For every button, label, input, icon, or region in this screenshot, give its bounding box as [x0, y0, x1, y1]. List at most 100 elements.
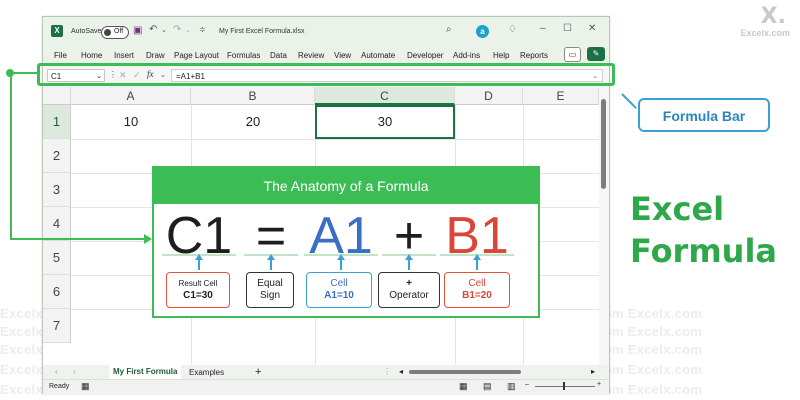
anatomy-panel: The Anatomy of a Formula C1 = A1 + B1 Re… — [152, 166, 540, 318]
arrow-shaft — [198, 258, 200, 270]
autosave-toggle[interactable]: Off — [101, 26, 129, 39]
menu-draw[interactable]: Draw — [146, 51, 165, 60]
menu-view[interactable]: View — [334, 51, 351, 60]
label-line1: Cell — [330, 278, 348, 289]
label-line2: Operator — [389, 290, 429, 301]
row-header[interactable]: 5 — [43, 241, 71, 275]
callout-line — [621, 93, 637, 109]
brand-logo: X. — [760, 4, 786, 29]
status-bar: Ready ▦ ▦ ▤ ▥ – + — [43, 379, 609, 394]
label-line1: Cell — [468, 278, 486, 289]
menu-page-layout[interactable]: Page Layout — [174, 51, 219, 60]
menu-file[interactable]: File — [54, 51, 67, 60]
next-sheet-icon[interactable]: › — [73, 367, 76, 376]
menu-add-ins[interactable]: Add-ins — [453, 51, 480, 60]
menu-data[interactable]: Data — [270, 51, 287, 60]
redo-dropdown-icon[interactable]: ⌄ — [185, 26, 191, 34]
menu-insert[interactable]: Insert — [114, 51, 134, 60]
sheet-tab[interactable]: Examples — [189, 368, 224, 377]
excel-formula-title-line1: Excel — [630, 190, 725, 228]
column-header-selected[interactable]: C — [315, 87, 455, 105]
undo-dropdown-icon[interactable]: ⌄ — [161, 26, 167, 34]
save-icon[interactable]: ▣ — [133, 25, 142, 36]
row-header[interactable]: 6 — [43, 275, 71, 309]
search-icon[interactable]: ⌕ — [446, 24, 452, 35]
label-line2: B1=20 — [462, 290, 492, 301]
lightbulb-icon[interactable]: ♢ — [508, 24, 517, 35]
label-operator: + Operator — [378, 272, 440, 308]
undo-icon[interactable]: ↶ — [149, 24, 157, 35]
connector-dot — [6, 69, 14, 77]
tab-bar-more-icon[interactable]: ⋮ — [383, 367, 391, 376]
gridline — [71, 139, 601, 140]
row-header-selected[interactable]: 1 — [43, 105, 71, 139]
title-bar: X AutoSave Off ▣ ↶ ⌄ ↷ ⌄ ≑ My First Exce… — [43, 17, 609, 47]
column-header[interactable]: B — [191, 87, 315, 105]
label-line1: Result Cell — [178, 279, 218, 288]
label-line2: Sign — [259, 290, 280, 301]
arrow-shaft — [476, 258, 478, 270]
scrollbar-thumb[interactable] — [601, 99, 606, 189]
customize-toolbar-icon[interactable]: ≑ — [199, 25, 206, 34]
horizontal-scrollbar-thumb[interactable] — [409, 370, 521, 374]
vertical-scrollbar[interactable] — [599, 87, 609, 365]
menu-formulas[interactable]: Formulas — [227, 51, 260, 60]
prev-sheet-icon[interactable]: ‹ — [55, 367, 58, 376]
row-header[interactable]: 3 — [43, 173, 71, 207]
normal-view-icon[interactable]: ▦ — [459, 381, 468, 392]
redo-icon[interactable]: ↷ — [173, 24, 181, 35]
close-icon[interactable]: ✕ — [588, 23, 596, 34]
select-all-corner[interactable] — [43, 87, 71, 105]
page-break-view-icon[interactable]: ▥ — [507, 381, 516, 392]
minimize-icon[interactable]: – — [540, 23, 546, 34]
label-equal-sign: Equal Sign — [246, 272, 294, 308]
autosave-label: AutoSave — [71, 28, 102, 35]
arrow-shaft — [340, 258, 342, 270]
cell-b1[interactable]: 20 — [191, 105, 315, 139]
menu-home[interactable]: Home — [81, 51, 102, 60]
sheet-tab-bar: ‹ › My First Formula Examples + ⋮ ◂ ▸ — [43, 365, 609, 381]
row-header[interactable]: 4 — [43, 207, 71, 241]
page-layout-view-icon[interactable]: ▤ — [483, 381, 492, 392]
user-avatar[interactable]: a — [476, 25, 489, 38]
connector-line — [10, 72, 12, 240]
excel-app-icon: X — [51, 25, 63, 37]
label-line2: A1=10 — [324, 290, 354, 301]
add-sheet-button[interactable]: + — [255, 366, 261, 378]
arrow-shaft — [270, 258, 272, 270]
label-line2: C1=30 — [183, 290, 213, 301]
column-header[interactable]: E — [523, 87, 599, 105]
label-cell-a1: Cell A1=10 — [306, 272, 372, 308]
row-header[interactable]: 7 — [43, 309, 71, 343]
menu-help[interactable]: Help — [493, 51, 509, 60]
zoom-in-icon[interactable]: + — [597, 381, 601, 388]
maximize-icon[interactable]: ☐ — [563, 23, 572, 34]
hscroll-left-icon[interactable]: ◂ — [399, 367, 403, 376]
column-header[interactable]: A — [71, 87, 191, 105]
menu-review[interactable]: Review — [298, 51, 324, 60]
label-cell-b1: Cell B1=20 — [444, 272, 510, 308]
formula-bar-callout: Formula Bar — [638, 98, 770, 132]
excel-formula-title-line2: Formula — [630, 232, 778, 270]
zoom-out-icon[interactable]: – — [525, 381, 529, 388]
label-line1: Equal — [257, 278, 283, 289]
macro-record-icon[interactable]: ▦ — [81, 381, 90, 392]
menu-automate[interactable]: Automate — [361, 51, 395, 60]
formula-bar-highlight — [37, 63, 615, 86]
menu-developer[interactable]: Developer — [407, 51, 443, 60]
share-button[interactable]: ✎ — [587, 47, 605, 61]
cell-c1-active[interactable]: 30 — [315, 105, 455, 139]
autosave-state: Off — [114, 28, 124, 35]
hscroll-right-icon[interactable]: ▸ — [591, 367, 595, 376]
column-header[interactable]: D — [455, 87, 523, 105]
connector-line — [10, 72, 40, 74]
file-title[interactable]: My First Excel Formula.xlsx — [219, 28, 305, 35]
row-header[interactable]: 2 — [43, 139, 71, 173]
zoom-slider-thumb[interactable] — [563, 382, 565, 390]
menu-reports[interactable]: Reports — [520, 51, 548, 60]
zoom-slider[interactable] — [535, 386, 595, 387]
arrow-shaft — [408, 258, 410, 270]
status-ready: Ready — [49, 383, 70, 390]
comments-button[interactable]: ▭ — [564, 47, 581, 62]
cell-a1[interactable]: 10 — [71, 105, 191, 139]
